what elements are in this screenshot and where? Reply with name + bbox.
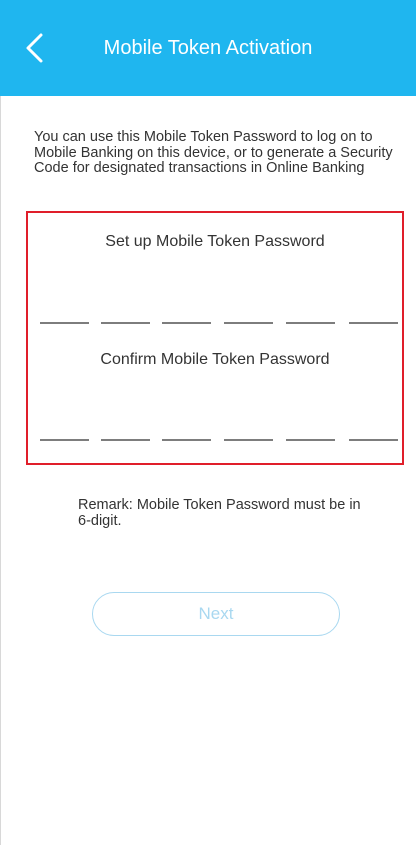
setup-digit-3[interactable] [162,322,211,324]
setup-password-input[interactable] [40,322,400,324]
header-bar: Mobile Token Activation [0,0,416,96]
page-title: Mobile Token Activation [103,37,313,59]
setup-digit-4[interactable] [224,322,273,324]
next-button[interactable]: Next [92,592,340,636]
confirm-digit-3[interactable] [162,439,211,441]
remark-text: Remark: Mobile Token Password must be in… [78,497,361,529]
password-entry-panel: Set up Mobile Token Password Confirm Mob… [26,211,404,465]
screen-edge-divider [0,96,1,845]
confirm-password-input[interactable] [40,439,400,441]
confirm-digit-1[interactable] [40,439,89,441]
description-text: You can use this Mobile Token Password t… [34,129,393,176]
setup-digit-5[interactable] [286,322,335,324]
setup-digit-2[interactable] [101,322,150,324]
setup-digit-1[interactable] [40,322,89,324]
confirm-digit-2[interactable] [101,439,150,441]
setup-password-label: Set up Mobile Token Password [105,233,325,250]
confirm-digit-6[interactable] [349,439,398,441]
setup-digit-6[interactable] [349,322,398,324]
confirm-digit-5[interactable] [286,439,335,441]
confirm-digit-4[interactable] [224,439,273,441]
confirm-password-label: Confirm Mobile Token Password [100,351,330,368]
